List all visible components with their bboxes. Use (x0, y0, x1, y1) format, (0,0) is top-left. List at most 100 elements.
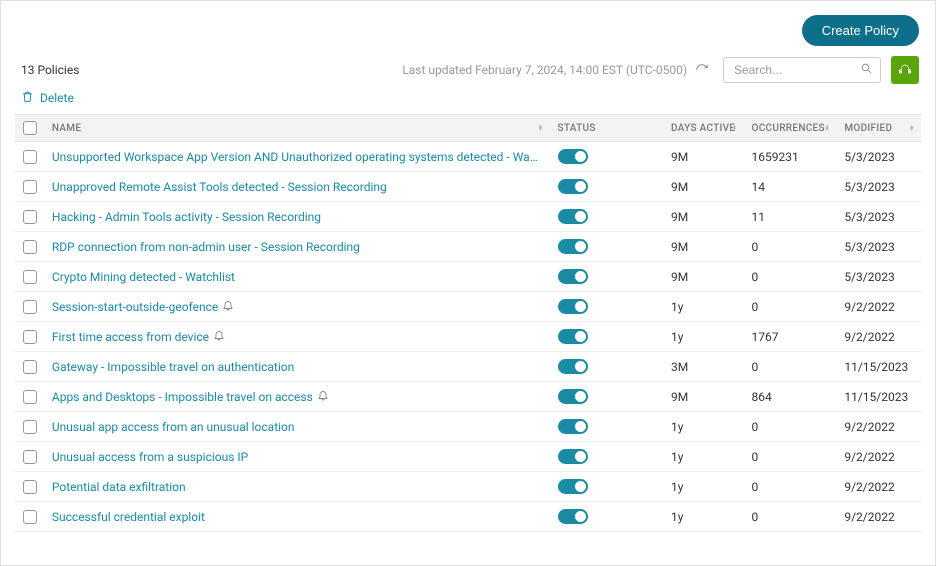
row-checkbox[interactable] (23, 450, 37, 464)
policy-name-link[interactable]: RDP connection from non-admin user - Ses… (44, 232, 550, 262)
bell-icon (222, 299, 234, 311)
policy-name-link[interactable]: Crypto Mining detected - Watchlist (44, 262, 550, 292)
row-checkbox[interactable] (23, 240, 37, 254)
days-active-value: 3M (671, 360, 688, 374)
status-toggle[interactable] (558, 299, 588, 314)
status-toggle[interactable] (558, 329, 588, 344)
row-checkbox[interactable] (23, 150, 37, 164)
table-row: Unsupported Workspace App Version AND Un… (15, 142, 921, 172)
occurrences-value: 0 (752, 450, 759, 464)
status-toggle[interactable] (558, 149, 588, 164)
table-row: Unusual app access from an unusual locat… (15, 412, 921, 442)
column-status: STATUS (550, 115, 664, 142)
last-updated-text: Last updated February 7, 2024, 14:00 EST… (402, 63, 687, 77)
policy-name-link[interactable]: Unusual app access from an unusual locat… (44, 412, 550, 442)
modified-value: 5/3/2023 (844, 150, 894, 164)
modified-value: 5/3/2023 (844, 180, 894, 194)
status-toggle[interactable] (558, 179, 588, 194)
modified-value: 9/2/2022 (844, 300, 894, 314)
table-row: Unusual access from a suspicious IP 1y 0 9/… (15, 442, 921, 472)
row-checkbox[interactable] (23, 210, 37, 224)
days-active-value: 9M (671, 150, 688, 164)
select-all-checkbox[interactable] (23, 121, 37, 135)
occurrences-value: 0 (752, 360, 759, 374)
create-policy-button[interactable]: Create Policy (802, 15, 919, 46)
row-checkbox[interactable] (23, 510, 37, 524)
status-toggle[interactable] (558, 359, 588, 374)
column-occurrences[interactable]: OCCURRENCES▲▼ (744, 115, 837, 142)
policy-name-link[interactable]: Unsupported Workspace App Version AND Un… (44, 142, 550, 172)
policy-name-link[interactable]: Session-start-outside-geofence (44, 292, 550, 322)
occurrences-value: 14 (752, 180, 766, 194)
days-active-value: 1y (671, 510, 683, 524)
policy-name-link[interactable]: Hacking - Admin Tools activity - Session… (44, 202, 550, 232)
column-days-active[interactable]: DAYS ACTIVE▲▼ (663, 115, 743, 142)
row-checkbox[interactable] (23, 180, 37, 194)
refresh-icon[interactable] (695, 63, 709, 77)
status-toggle[interactable] (558, 239, 588, 254)
modified-value: 11/15/2023 (844, 390, 908, 404)
modified-value: 9/2/2022 (844, 330, 894, 344)
table-row: Successful credential exploit 1y 0 9/2/2022 (15, 502, 921, 532)
delete-label: Delete (40, 91, 74, 105)
modified-value: 11/15/2023 (844, 360, 908, 374)
table-row: Apps and Desktops - Impossible travel on… (15, 382, 921, 412)
row-checkbox[interactable] (23, 480, 37, 494)
policy-name-link[interactable]: Unapproved Remote Assist Tools detected … (44, 172, 550, 202)
table-row: Unapproved Remote Assist Tools detected … (15, 172, 921, 202)
days-active-value: 1y (671, 450, 683, 464)
policy-name-link[interactable]: Apps and Desktops - Impossible travel on… (44, 382, 550, 412)
row-checkbox[interactable] (23, 300, 37, 314)
status-toggle[interactable] (558, 419, 588, 434)
row-checkbox[interactable] (23, 270, 37, 284)
status-toggle[interactable] (558, 479, 588, 494)
column-modified[interactable]: MODIFIED▲▼ (836, 115, 921, 142)
row-checkbox[interactable] (23, 390, 37, 404)
search-input[interactable] (723, 57, 881, 83)
occurrences-value: 1767 (752, 330, 779, 344)
bell-icon (213, 329, 225, 341)
occurrences-value: 864 (752, 390, 772, 404)
table-row: First time access from device1y17679/2/2… (15, 322, 921, 352)
status-toggle[interactable] (558, 269, 588, 284)
occurrences-value: 0 (752, 420, 759, 434)
table-row: Crypto Mining detected - Watchlist9M05/3… (15, 262, 921, 292)
table-row: Session-start-outside-geofence 1y 0 9/2/202… (15, 292, 921, 322)
occurrences-value: 0 (752, 510, 759, 524)
trash-icon (21, 90, 34, 106)
occurrences-value: 0 (752, 240, 759, 254)
modified-value: 9/2/2022 (844, 510, 894, 524)
status-toggle[interactable] (558, 449, 588, 464)
modified-value: 5/3/2023 (844, 240, 894, 254)
row-checkbox[interactable] (23, 420, 37, 434)
occurrences-value: 11 (752, 210, 766, 224)
status-toggle[interactable] (558, 209, 588, 224)
days-active-value: 9M (671, 210, 688, 224)
sort-icon: ▲▼ (537, 125, 543, 131)
column-name[interactable]: NAME▲▼ (44, 115, 550, 142)
occurrences-value: 0 (752, 480, 759, 494)
days-active-value: 9M (671, 390, 688, 404)
occurrences-value: 1659231 (752, 150, 799, 164)
row-checkbox[interactable] (23, 330, 37, 344)
table-row: Gateway - Impossible travel on authentic… (15, 352, 921, 382)
table-row: Potential data exfiltration1y09/2/2022 (15, 472, 921, 502)
modified-value: 9/2/2022 (844, 450, 894, 464)
row-checkbox[interactable] (23, 360, 37, 374)
modified-value: 5/3/2023 (844, 210, 894, 224)
support-button[interactable] (891, 56, 919, 84)
policy-name-link[interactable]: Potential data exfiltration (44, 472, 550, 502)
occurrences-value: 0 (752, 300, 759, 314)
table-row: RDP connection from non-admin user - Ses… (15, 232, 921, 262)
status-toggle[interactable] (558, 389, 588, 404)
policy-name-link[interactable]: First time access from device (44, 322, 550, 352)
delete-button[interactable]: Delete (1, 86, 935, 114)
status-toggle[interactable] (558, 509, 588, 524)
policy-name-link[interactable]: Gateway - Impossible travel on authentic… (44, 352, 550, 382)
policy-name-link[interactable]: Unusual access from a suspicious IP (44, 442, 550, 472)
days-active-value: 9M (671, 240, 688, 254)
days-active-value: 1y (671, 300, 683, 314)
sort-icon: ▲▼ (731, 125, 737, 131)
policy-name-link[interactable]: Successful credential exploit (44, 502, 550, 532)
days-active-value: 1y (671, 420, 683, 434)
